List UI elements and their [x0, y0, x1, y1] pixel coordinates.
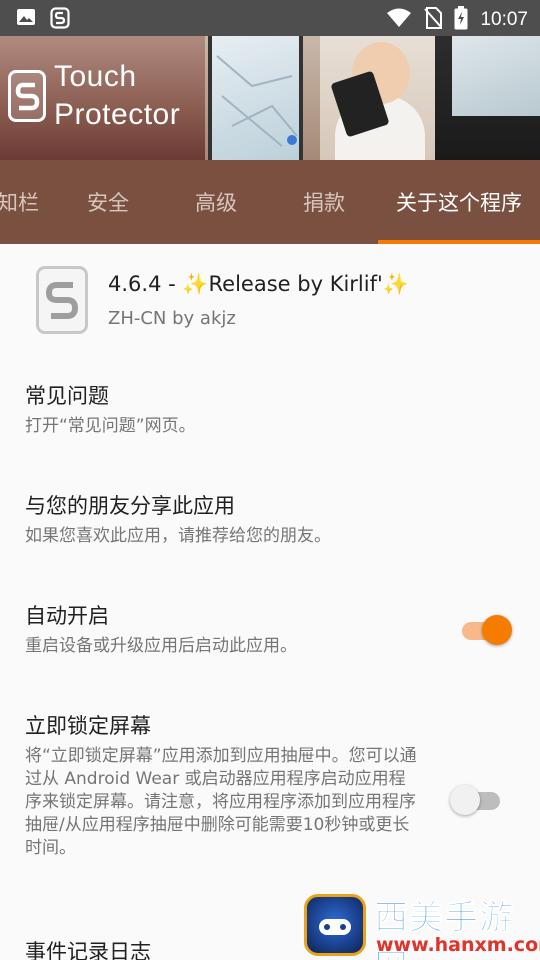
app-info-row[interactable]: 4.6.4 - ✨Release by Kirlif'✨ ZH-CN by ak…: [0, 244, 540, 364]
banner-phone-map: [208, 36, 303, 160]
pref-summary: 将“立即锁定屏幕”应用添加到应用抽屉中。您可以通过从 Android Wear …: [25, 746, 417, 858]
gamepad-shield-icon: [304, 894, 366, 956]
no-sim-icon: [424, 7, 443, 33]
image-icon: [16, 7, 36, 33]
app-notification-icon: [50, 7, 70, 33]
touch-protector-logo-icon: [8, 70, 46, 122]
tab-donate[interactable]: 捐款: [274, 160, 374, 244]
lock-screen-now-switch[interactable]: [450, 784, 506, 816]
tab-security[interactable]: 安全: [58, 160, 158, 244]
tab-about[interactable]: 关于这个程序: [378, 160, 540, 244]
pref-share-app[interactable]: 与您的朋友分享此应用 如果您喜欢此应用，请推荐给您的朋友。: [25, 492, 425, 548]
auto-start-switch[interactable]: [462, 614, 514, 646]
tab-notification[interactable]: 知栏: [0, 160, 58, 244]
status-bar: 10:07: [0, 0, 540, 36]
pref-lock-screen-now[interactable]: 立即锁定屏幕 将“立即锁定屏幕”应用添加到应用抽屉中。您可以通过从 Androi…: [25, 712, 420, 860]
watermark: 西美手游网 www.hanxm.com: [300, 890, 540, 960]
app-version: 4.6.4 - ✨Release by Kirlif'✨: [108, 272, 409, 296]
pref-faq[interactable]: 常见问题 打开“常见问题”网页。: [25, 382, 425, 438]
banner-logo-text: Touch Protector: [54, 60, 181, 131]
watermark-url: www.hanxm.com: [376, 934, 540, 956]
pref-summary: 重启设备或升级应用后启动此应用。: [25, 636, 297, 656]
header-banner: Touch Protector: [0, 36, 540, 160]
pref-title: 常见问题: [25, 384, 109, 408]
about-content[interactable]: 4.6.4 - ✨Release by Kirlif'✨ ZH-CN by ak…: [0, 244, 540, 960]
sparkle-icon: ✨: [382, 272, 409, 296]
battery-charging-icon: [454, 6, 468, 34]
pref-auto-start[interactable]: 自动开启 重启设备或升级应用后启动此应用。: [25, 602, 425, 658]
app-translation-credit: ZH-CN by akjz: [108, 308, 236, 329]
pref-title: 自动开启: [25, 604, 109, 628]
banner-phone-2: [452, 36, 540, 116]
pref-summary: 打开“常见问题”网页。: [25, 416, 196, 436]
tab-advanced[interactable]: 高级: [166, 160, 266, 244]
pref-title: 与您的朋友分享此应用: [25, 494, 235, 518]
pref-title: 立即锁定屏幕: [25, 714, 151, 738]
pref-summary: 如果您喜欢此应用，请推荐给您的朋友。: [25, 526, 331, 546]
sparkle-icon: ✨: [182, 272, 209, 296]
tab-bar: 知栏 安全 高级 捐款 关于这个程序: [0, 160, 540, 244]
status-time: 10:07: [480, 9, 528, 30]
app-logo-icon: [36, 266, 88, 334]
wifi-icon: [386, 8, 412, 32]
